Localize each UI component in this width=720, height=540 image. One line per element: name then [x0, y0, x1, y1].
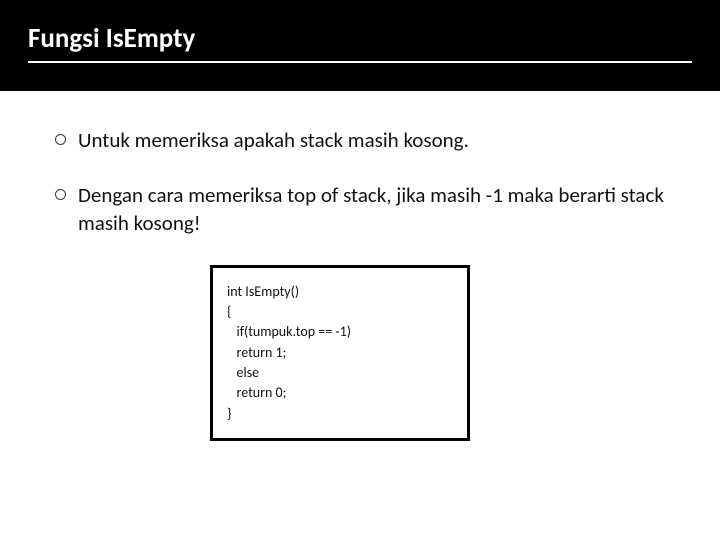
bullet-text: Untuk memeriksa apakah stack masih koson… — [70, 127, 469, 154]
slide-header: Fungsi IsEmpty — [0, 0, 720, 91]
bullet-item: Dengan cara memeriksa top of stack, jika… — [50, 182, 680, 237]
code-line: return 1; — [227, 344, 286, 361]
bullet-icon — [50, 134, 70, 145]
code-line: else — [227, 364, 259, 381]
title-underline — [28, 61, 692, 63]
code-line: } — [227, 405, 231, 422]
bullet-icon — [50, 189, 70, 200]
code-line: if(tumpuk.top == -1) — [227, 323, 351, 340]
code-line: { — [227, 303, 231, 320]
bullet-text: Dengan cara memeriksa top of stack, jika… — [70, 182, 680, 237]
code-block: int IsEmpty() { if(tumpuk.top == -1) ret… — [210, 265, 470, 441]
code-line: return 0; — [227, 384, 286, 401]
slide-title: Fungsi IsEmpty — [28, 22, 692, 55]
bullet-item: Untuk memeriksa apakah stack masih koson… — [50, 127, 680, 154]
code-line: int IsEmpty() — [227, 283, 299, 300]
slide-content: Untuk memeriksa apakah stack masih koson… — [0, 91, 720, 441]
